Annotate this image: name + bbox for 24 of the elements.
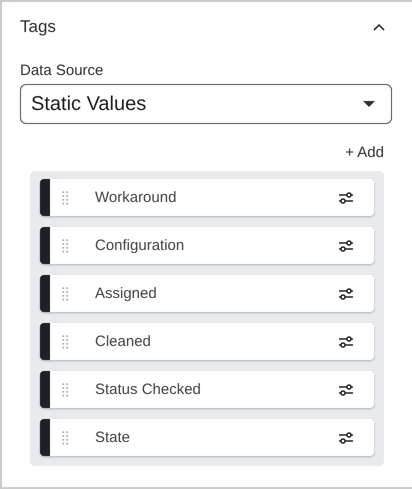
tag-item[interactable]: Configuration [40, 227, 374, 264]
drag-handle-icon[interactable] [62, 286, 69, 300]
dropdown-caret-icon [362, 100, 376, 108]
settings-icon[interactable] [338, 286, 354, 300]
settings-icon[interactable] [338, 238, 354, 252]
section-title: Tags [20, 17, 56, 37]
field-label: Data Source [20, 62, 104, 79]
drag-handle-icon[interactable] [62, 238, 69, 252]
data-source-dropdown[interactable]: Static Values [20, 84, 392, 124]
tag-item[interactable]: Status Checked [40, 371, 374, 408]
add-button[interactable]: + Add [345, 144, 392, 161]
collapse-chevron-icon[interactable] [372, 22, 386, 32]
settings-icon[interactable] [338, 382, 354, 396]
drag-handle-icon[interactable] [62, 190, 69, 204]
drag-handle-icon[interactable] [62, 430, 69, 444]
tag-item[interactable]: State [40, 419, 374, 456]
settings-icon[interactable] [338, 190, 354, 204]
drag-handle-icon[interactable] [62, 334, 69, 348]
settings-icon[interactable] [338, 430, 354, 444]
drag-handle-icon[interactable] [62, 382, 69, 396]
tag-item[interactable]: Cleaned [40, 323, 374, 360]
tag-item[interactable]: Workaround [40, 179, 374, 216]
tag-item[interactable]: Assigned [40, 275, 374, 312]
settings-icon[interactable] [338, 334, 354, 348]
